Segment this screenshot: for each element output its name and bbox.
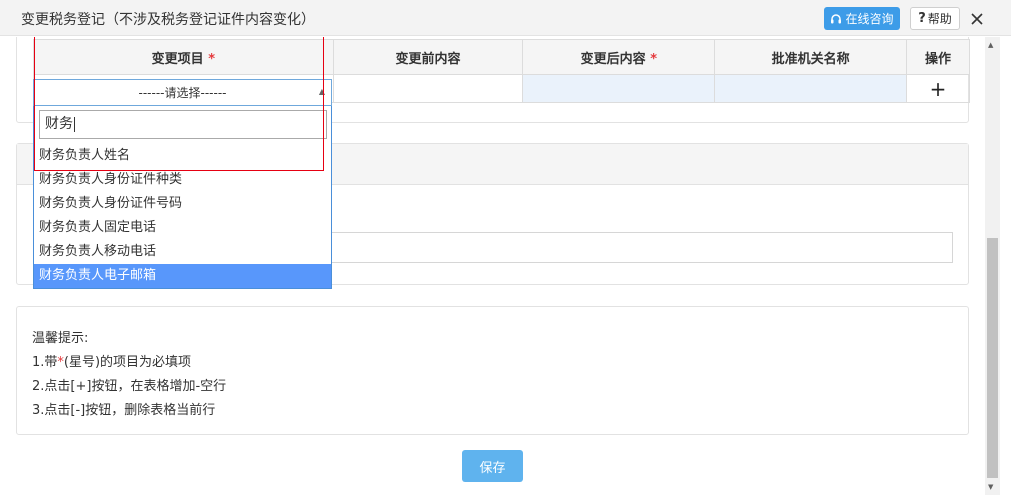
vertical-scrollbar[interactable]: ▲ ▼ bbox=[985, 37, 1000, 495]
dialog-content: 变更项目 * 变更前内容 变更后内容 * 批准机关名称 操作 + ------请… bbox=[0, 37, 985, 495]
dropdown-option[interactable]: 财务负责人移动电话 bbox=[34, 240, 331, 264]
online-consult-button[interactable]: 在线咨询 bbox=[824, 7, 900, 30]
online-consult-label: 在线咨询 bbox=[845, 12, 894, 26]
tip-line-1: 1.带*(星号)的项目为必填项 bbox=[32, 355, 192, 370]
dropdown-option[interactable]: 财务负责人身份证件号码 bbox=[34, 192, 331, 216]
dropdown-option[interactable]: 财务负责人身份证件种类 bbox=[34, 168, 331, 192]
help-button[interactable]: ? 帮助 bbox=[910, 7, 960, 30]
tip-line-3: 3.点击[-]按钮，删除表格当前行 bbox=[32, 403, 216, 418]
help-label: 帮助 bbox=[927, 12, 952, 26]
tip-line-2: 2.点击[+]按钮，在表格增加-空行 bbox=[32, 379, 227, 394]
headset-icon bbox=[831, 13, 842, 23]
question-icon: ? bbox=[918, 11, 926, 26]
close-icon bbox=[971, 13, 983, 25]
save-button[interactable]: 保存 bbox=[462, 450, 523, 482]
approval-authority-cell[interactable] bbox=[714, 74, 907, 103]
scroll-up-icon[interactable]: ▲ bbox=[988, 41, 993, 49]
before-content-cell[interactable] bbox=[332, 74, 524, 103]
required-mark: * bbox=[650, 51, 657, 67]
header-operation: 操作 bbox=[906, 39, 970, 75]
dialog-title: 变更税务登记（不涉及税务登记证件内容变化） bbox=[21, 12, 315, 28]
dialog-titlebar: 变更税务登记（不涉及税务登记证件内容变化） 在线咨询 ? 帮助 bbox=[0, 0, 1011, 36]
after-content-cell[interactable] bbox=[522, 74, 716, 103]
scroll-thumb[interactable] bbox=[987, 238, 998, 478]
dropdown-option-highlighted[interactable]: 财务负责人电子邮箱 bbox=[34, 264, 331, 288]
scroll-down-icon[interactable]: ▼ bbox=[988, 483, 993, 491]
header-approval-authority: 批准机关名称 bbox=[714, 39, 907, 75]
tips-heading: 温馨提示: bbox=[32, 331, 89, 346]
add-row-button[interactable]: + bbox=[906, 74, 970, 103]
header-before-content: 变更前内容 bbox=[332, 39, 524, 75]
tips-panel: 温馨提示: 1.带*(星号)的项目为必填项 2.点击[+]按钮，在表格增加-空行… bbox=[16, 306, 969, 435]
header-after-content: 变更后内容 * bbox=[522, 39, 716, 75]
dropdown-option[interactable]: 财务负责人固定电话 bbox=[34, 216, 331, 240]
close-button[interactable] bbox=[966, 8, 988, 30]
annotation-highlight-box bbox=[34, 37, 324, 171]
